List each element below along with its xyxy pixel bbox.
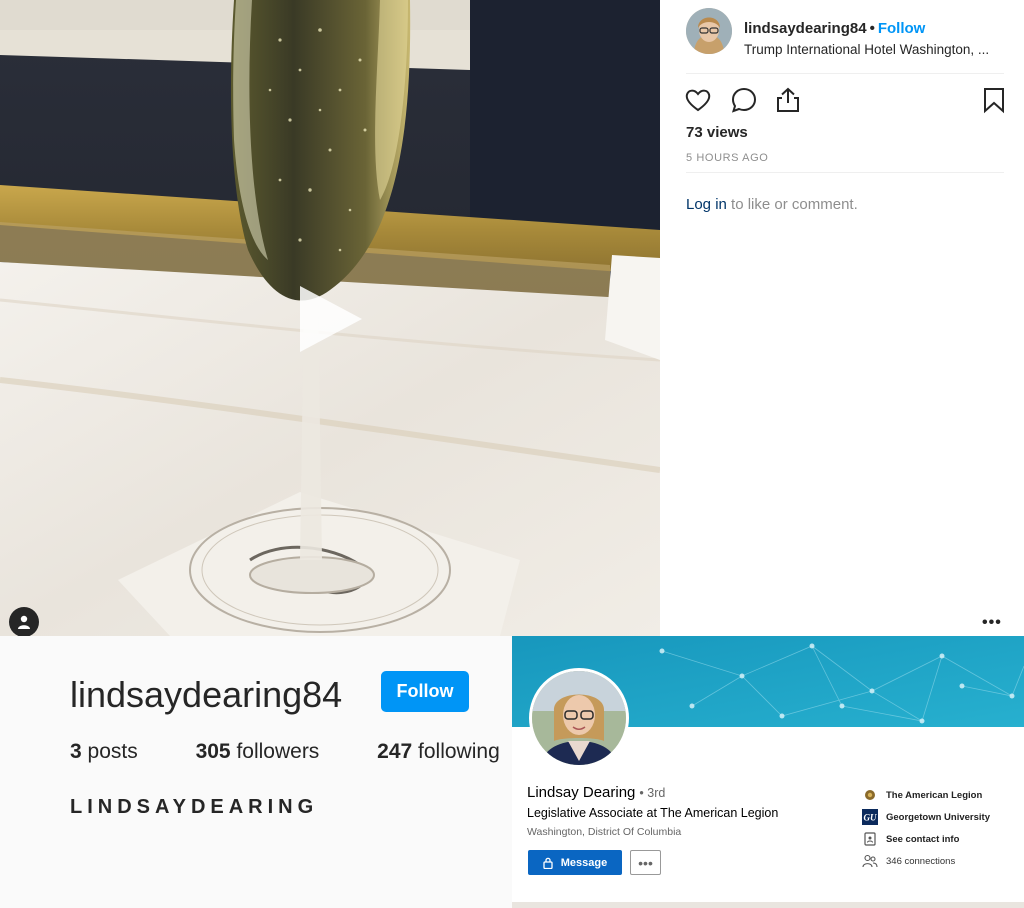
- people-icon: [862, 853, 878, 869]
- profile-stats: 3 posts 305 followers 247 following: [70, 740, 500, 764]
- org2-label: Georgetown University: [886, 811, 990, 823]
- post-header: lindsaydearing84 • Follow Trump Internatio…: [686, 8, 1006, 57]
- heart-icon[interactable]: [684, 86, 712, 114]
- bookmark-icon[interactable]: [980, 86, 1008, 114]
- profile-full-name: LINDSAYDEARING: [70, 796, 319, 818]
- posts-stat: 3 posts: [70, 740, 138, 763]
- post-timestamp[interactable]: 5 HOURS AGO: [686, 152, 768, 164]
- separator: •: [869, 20, 875, 37]
- user-tag-icon[interactable]: [9, 607, 39, 636]
- connections-label: 346 connections: [886, 855, 956, 867]
- contact-label: See contact info: [886, 833, 960, 845]
- divider: [686, 172, 1004, 173]
- linkedin-name: Lindsay Dearing: [527, 784, 636, 801]
- comment-icon[interactable]: [730, 86, 758, 114]
- instagram-profile-header: lindsaydearing84 Follow 3 posts 305 foll…: [0, 636, 512, 908]
- message-button[interactable]: Message: [528, 850, 622, 875]
- login-prompt: Log in to like or comment.: [686, 196, 858, 213]
- profile-follow-button[interactable]: Follow: [381, 671, 469, 712]
- following-stat[interactable]: 247 following: [377, 740, 500, 764]
- share-icon[interactable]: [774, 86, 802, 114]
- post-follow-button[interactable]: Follow: [878, 20, 926, 37]
- post-username[interactable]: lindsaydearing84: [744, 20, 867, 37]
- linkedin-highlights: The American Legion GU Georgetown Univer…: [862, 784, 1022, 872]
- login-link[interactable]: Log in: [686, 196, 727, 213]
- play-icon[interactable]: [296, 282, 366, 356]
- avatar[interactable]: [686, 8, 732, 54]
- org-georgetown[interactable]: GU Georgetown University: [862, 806, 1022, 828]
- svg-text:GU: GU: [864, 813, 877, 823]
- contact-info-link[interactable]: See contact info: [862, 828, 1022, 850]
- message-label: Message: [560, 856, 608, 869]
- view-count[interactable]: 73 views: [686, 124, 748, 141]
- post-location[interactable]: Trump International Hotel Washington, ..…: [744, 42, 1006, 57]
- profile-username: lindsaydearing84: [70, 674, 343, 715]
- post-media[interactable]: [0, 0, 660, 636]
- org-american-legion[interactable]: The American Legion: [862, 784, 1022, 806]
- screenshot-collage: lindsaydearing84 • Follow Trump Internatio…: [0, 0, 1024, 908]
- linkedin-location: Washington, District Of Columbia: [527, 826, 682, 838]
- more-options-icon[interactable]: •••: [982, 614, 1002, 632]
- connection-degree: • 3rd: [639, 786, 666, 800]
- login-suffix: to like or comment.: [726, 196, 858, 213]
- linkedin-profile-card: Lindsay Dearing • 3rd Legislative Associa…: [512, 636, 1024, 908]
- linkedin-avatar[interactable]: [529, 668, 629, 768]
- divider: [686, 73, 1004, 74]
- linkedin-headline: Legislative Associate at The American Le…: [527, 806, 779, 820]
- post-username-line: lindsaydearing84 • Follow: [744, 20, 925, 37]
- lock-icon: [543, 857, 553, 869]
- card-bottom-border: [512, 902, 1024, 908]
- connections-link[interactable]: 346 connections: [862, 850, 1022, 872]
- post-side-panel: lindsaydearing84 • Follow Trump Internatio…: [660, 0, 1024, 636]
- followers-stat[interactable]: 305 followers: [196, 740, 320, 764]
- georgetown-logo-icon: GU: [862, 809, 878, 825]
- american-legion-logo-icon: [862, 787, 878, 803]
- linkedin-name-line: Lindsay Dearing • 3rd: [527, 784, 665, 801]
- more-actions-button[interactable]: •••: [630, 850, 661, 875]
- contact-card-icon: [862, 831, 878, 847]
- org1-label: The American Legion: [886, 789, 983, 801]
